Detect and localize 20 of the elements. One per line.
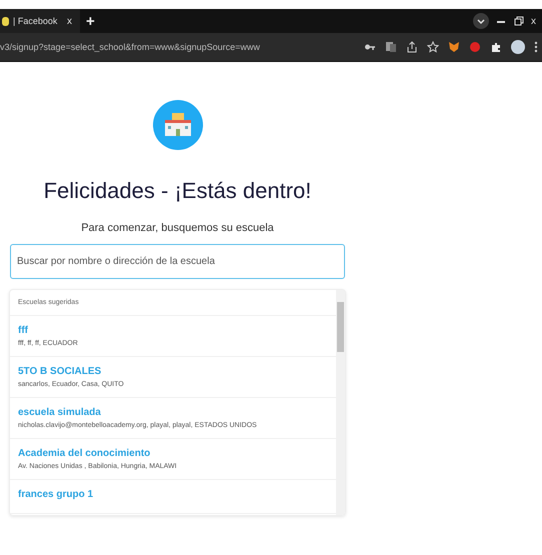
window-close-button[interactable]: x xyxy=(531,16,536,26)
subtitle: Para comenzar, busquemos su escuela xyxy=(81,222,274,234)
chevron-down-icon[interactable] xyxy=(473,13,489,29)
url-field[interactable]: v3/signup?stage=select_school&from=www&signupSource=www xyxy=(0,42,260,52)
scrollbar[interactable] xyxy=(336,290,345,515)
tab-close-button[interactable]: x xyxy=(67,16,72,26)
avatar-icon[interactable] xyxy=(511,40,525,54)
tab-title: | Facebook xyxy=(13,16,58,26)
fox-icon[interactable] xyxy=(448,41,460,53)
school-building-icon xyxy=(152,100,202,150)
heading: Felicidades - ¡Estás dentro! xyxy=(44,178,312,204)
favicon-icon xyxy=(2,16,9,26)
search-field[interactable]: Buscar por nombre o dirección de la escuela xyxy=(10,244,345,279)
restore-icon[interactable] xyxy=(513,15,525,27)
puzzle-icon[interactable] xyxy=(490,41,502,53)
more-icon[interactable] xyxy=(534,41,538,53)
share-icon[interactable] xyxy=(406,41,418,53)
star-icon[interactable] xyxy=(427,41,439,53)
browser-tab[interactable]: | Facebook x xyxy=(0,9,80,33)
new-tab-button[interactable]: + xyxy=(86,12,95,30)
